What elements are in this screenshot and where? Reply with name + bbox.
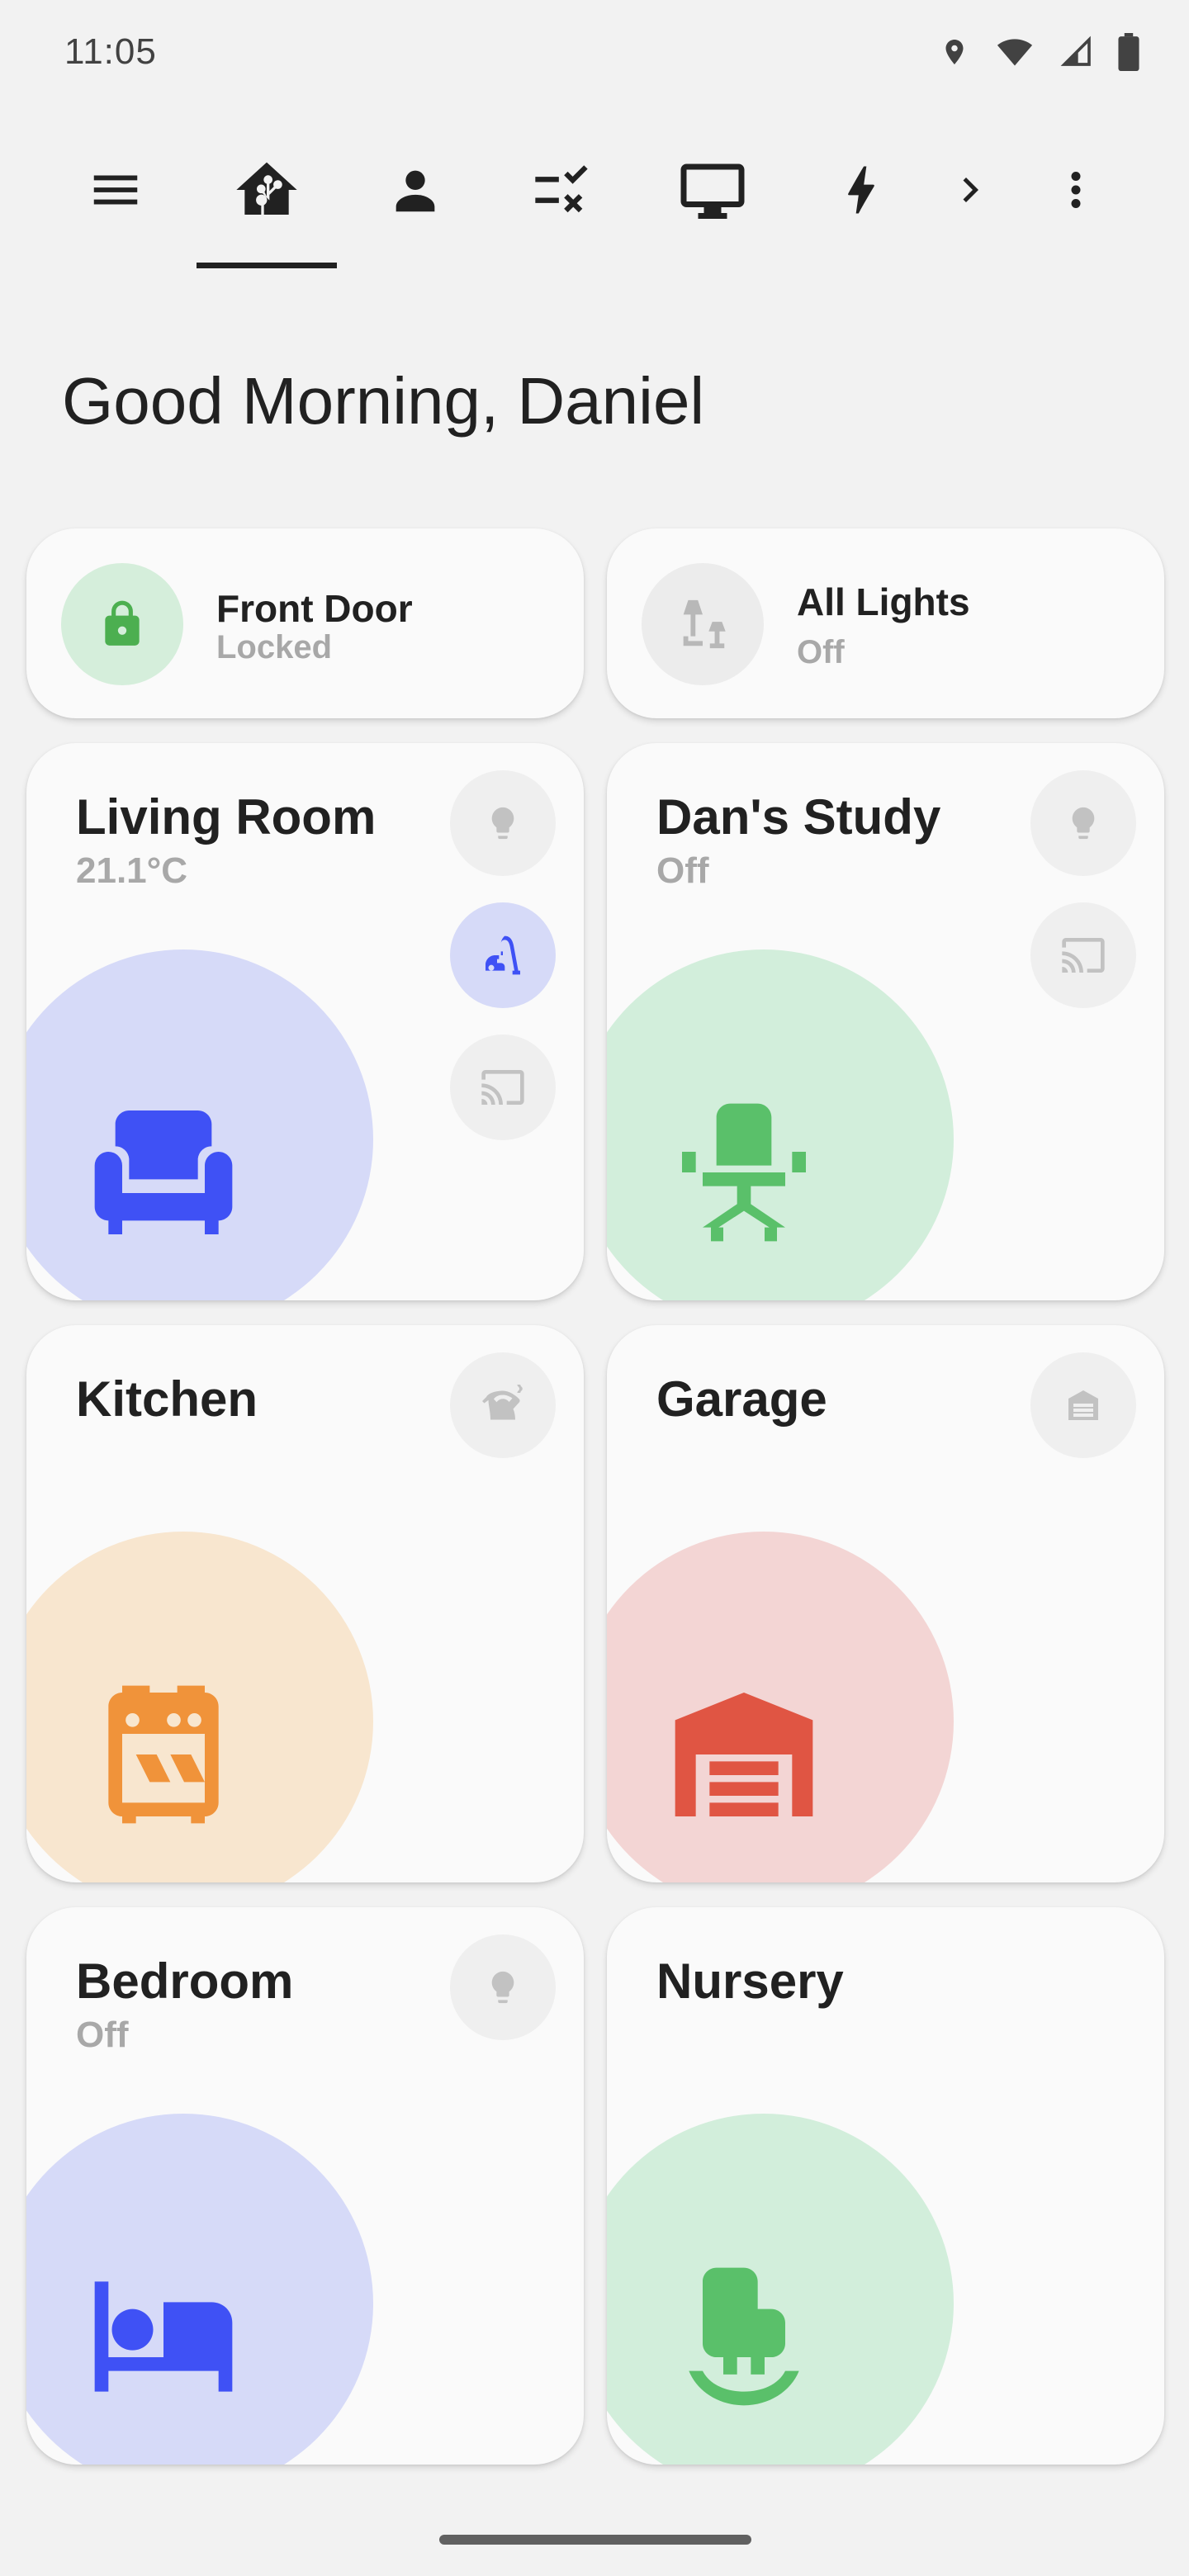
tab-media[interactable] <box>663 132 762 248</box>
room-card-garage[interactable]: Garage <box>607 1325 1164 1882</box>
lightbulb-icon <box>491 1971 514 2004</box>
room-name: Kitchen <box>76 1371 258 1427</box>
lightbulb-icon <box>491 807 514 840</box>
cast-button[interactable] <box>1030 902 1136 1008</box>
office-chair-icon <box>682 1103 806 1242</box>
kettle-icon <box>482 1385 523 1420</box>
cradle-icon <box>689 2267 799 2406</box>
lock-badge <box>61 563 183 685</box>
gesture-nav-bar[interactable] <box>439 2535 751 2545</box>
room-temperature: 21.1°C <box>76 850 188 891</box>
room-card-living-room[interactable]: Living Room 21.1°C <box>26 743 584 1300</box>
room-card-bedroom[interactable]: Bedroom Off <box>26 1907 584 2465</box>
room-card-nursery[interactable]: Nursery <box>607 1907 1164 2465</box>
sofa-icon <box>94 1110 233 1234</box>
cast-button[interactable] <box>450 1035 556 1140</box>
front-door-title: Front Door <box>216 587 413 630</box>
room-card-kitchen[interactable]: Kitchen <box>26 1325 584 1882</box>
kettle-button[interactable] <box>450 1352 556 1458</box>
tab-checklist[interactable] <box>512 132 611 248</box>
tab-home[interactable] <box>217 132 316 248</box>
all-lights-title: All Lights <box>797 580 970 623</box>
status-time: 11:05 <box>64 31 157 72</box>
more-vert-icon <box>1071 172 1081 208</box>
nav-scroll-right[interactable] <box>921 132 1020 248</box>
light-toggle-button[interactable] <box>450 1934 556 2040</box>
menu-button[interactable] <box>66 132 165 248</box>
menu-icon <box>93 175 138 205</box>
room-name: Bedroom <box>76 1953 294 2009</box>
all-lights-status: Off <box>797 634 845 670</box>
lamps-icon <box>683 599 726 649</box>
wifi-icon <box>997 39 1033 66</box>
person-icon <box>396 170 435 212</box>
bed-icon <box>94 2281 233 2392</box>
room-name: Dan's Study <box>656 789 941 845</box>
garage-door-icon <box>1068 1390 1098 1420</box>
monitor-icon <box>680 163 745 219</box>
cell-signal-icon <box>1060 36 1091 66</box>
status-icons <box>940 33 1139 71</box>
all-lights-card[interactable]: All Lights Off <box>607 528 1164 718</box>
lamps-badge <box>642 563 764 685</box>
vacuum-button[interactable] <box>450 902 556 1008</box>
room-status: Off <box>656 850 709 891</box>
lock-icon <box>105 600 140 646</box>
front-door-card[interactable]: Front Door Locked <box>26 528 584 718</box>
active-tab-indicator <box>197 263 337 268</box>
light-toggle-button[interactable] <box>1030 770 1136 876</box>
tab-energy[interactable] <box>812 132 911 248</box>
location-icon <box>945 40 964 64</box>
tab-person[interactable] <box>366 132 465 248</box>
top-navigation <box>0 132 1189 272</box>
garage-door-button[interactable] <box>1030 1352 1136 1458</box>
lightning-icon <box>848 166 874 214</box>
chevron-right-icon <box>963 178 978 202</box>
room-name: Living Room <box>76 789 377 845</box>
front-door-status: Locked <box>216 629 333 665</box>
checklist-icon <box>535 165 588 213</box>
home-assistant-icon <box>236 162 297 215</box>
room-status: Off <box>76 2015 129 2055</box>
lightbulb-icon <box>1072 807 1095 840</box>
room-card-dans-study[interactable]: Dan's Study Off <box>607 743 1164 1300</box>
status-bar: 11:05 <box>0 0 1189 107</box>
cast-icon <box>481 1070 524 1105</box>
room-name: Nursery <box>656 1953 844 2009</box>
battery-icon <box>1118 33 1139 71</box>
stove-icon <box>108 1685 219 1824</box>
garage-icon <box>675 1693 813 1816</box>
overflow-menu-button[interactable] <box>1026 132 1125 248</box>
light-toggle-button[interactable] <box>450 770 556 876</box>
greeting-heading: Good Morning, Daniel <box>62 364 705 438</box>
room-name: Garage <box>656 1371 827 1427</box>
vacuum-icon <box>486 935 520 975</box>
cast-icon <box>1062 938 1105 973</box>
